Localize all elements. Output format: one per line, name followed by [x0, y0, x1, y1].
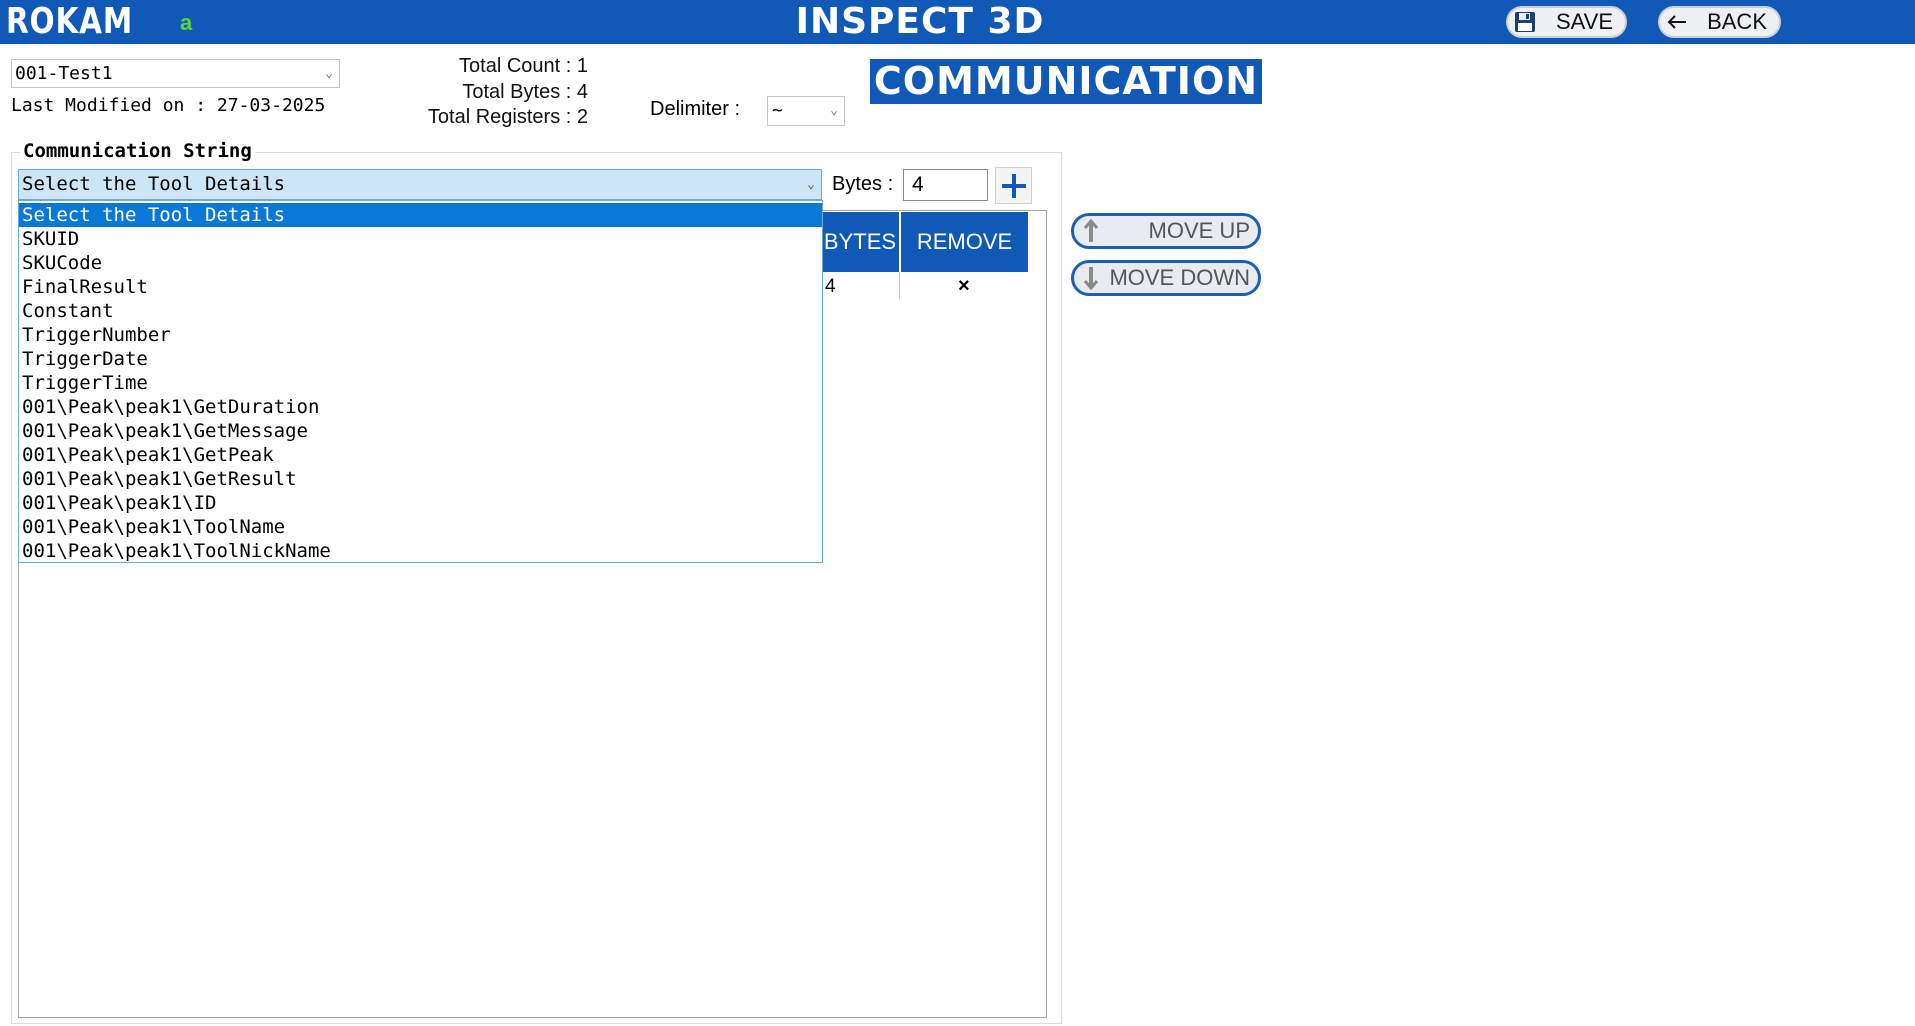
dropdown-option[interactable]: SKUCode [19, 251, 822, 275]
column-divider [899, 272, 900, 299]
total-bytes-label: Total Bytes : [462, 81, 572, 103]
top-bar: ROKAM a INSPECT 3D SAVE BACK [0, 0, 1915, 44]
arrow-down-icon [1074, 266, 1108, 290]
column-header-remove[interactable]: REMOVE [901, 212, 1028, 272]
delimiter-label: Delimiter : [650, 98, 741, 120]
total-count-value: 1 [576, 55, 588, 77]
dropdown-option[interactable]: SKUID [19, 227, 822, 251]
last-modified: Last Modified on : 27-03-2025 [11, 95, 325, 116]
total-registers-label: Total Registers : [427, 106, 572, 128]
total-count-label: Total Count : [459, 55, 572, 77]
move-up-button[interactable]: MOVE UP [1071, 213, 1261, 249]
dropdown-option[interactable]: FinalResult [19, 275, 822, 299]
plus-icon [1001, 173, 1026, 198]
dropdown-option[interactable]: TriggerNumber [19, 323, 822, 347]
column-header-bytes[interactable]: BYTES [821, 212, 899, 272]
tool-details-dropdown-list: Select the Tool Details SKUID SKUCode Fi… [18, 200, 823, 563]
section-title: COMMUNICATION [870, 59, 1262, 104]
user-indicator: a [180, 10, 193, 35]
arrow-left-icon [1660, 14, 1694, 30]
delimiter-select[interactable]: ~ ⌄ [767, 96, 845, 126]
chevron-down-icon: ⌄ [807, 177, 815, 192]
dropdown-option[interactable]: 001\Peak\peak1\GetMessage [19, 419, 822, 443]
dropdown-option[interactable]: TriggerTime [19, 371, 822, 395]
total-count: Total Count : 1 [308, 55, 588, 78]
total-bytes: Total Bytes : 4 [308, 81, 588, 104]
dropdown-option[interactable]: Constant [19, 299, 822, 323]
dropdown-option[interactable]: 001\Peak\peak1\GetDuration [19, 395, 822, 419]
dropdown-option[interactable]: 001\Peak\peak1\ToolNickName [19, 539, 822, 563]
back-button[interactable]: BACK [1658, 6, 1781, 38]
back-label: BACK [1707, 9, 1767, 34]
group-label: Communication String [20, 140, 255, 162]
remove-icon[interactable]: × [958, 275, 970, 297]
move-up-label: MOVE UP [1148, 218, 1250, 243]
total-bytes-value: 4 [576, 81, 588, 103]
dropdown-option[interactable]: 001\Peak\peak1\ID [19, 491, 822, 515]
tool-details-select[interactable]: Select the Tool Details ⌄ [18, 169, 822, 200]
save-label: SAVE [1555, 9, 1613, 34]
app-logo: ROKAM [6, 1, 134, 42]
save-button[interactable]: SAVE [1506, 6, 1627, 38]
move-down-label: MOVE DOWN [1109, 265, 1250, 290]
dropdown-option[interactable]: TriggerDate [19, 347, 822, 371]
delimiter-value: ~ [772, 100, 783, 121]
bytes-input[interactable]: 4 [903, 169, 988, 201]
move-down-button[interactable]: MOVE DOWN [1071, 260, 1261, 296]
dropdown-option[interactable]: Select the Tool Details [19, 203, 822, 227]
file-select-value: 001-Test1 [15, 63, 113, 84]
arrow-up-icon [1074, 219, 1108, 243]
floppy-disk-icon [1508, 10, 1542, 34]
last-modified-label: Last Modified on : [11, 95, 207, 116]
app-title: INSPECT 3D [795, 1, 1045, 42]
bytes-label: Bytes : [832, 173, 894, 195]
dropdown-option[interactable]: 001\Peak\peak1\GetResult [19, 467, 822, 491]
file-select[interactable]: 001-Test1 ⌄ [11, 59, 340, 88]
total-registers: Total Registers : 2 [308, 106, 588, 129]
add-button[interactable] [995, 167, 1032, 204]
dropdown-option[interactable]: 001\Peak\peak1\GetPeak [19, 443, 822, 467]
dropdown-option[interactable]: 001\Peak\peak1\ToolName [19, 515, 822, 539]
chevron-down-icon: ⌄ [830, 103, 838, 118]
table-cell-bytes: 4 [825, 276, 836, 297]
total-registers-value: 2 [576, 106, 588, 128]
tool-select-value: Select the Tool Details [22, 173, 286, 195]
